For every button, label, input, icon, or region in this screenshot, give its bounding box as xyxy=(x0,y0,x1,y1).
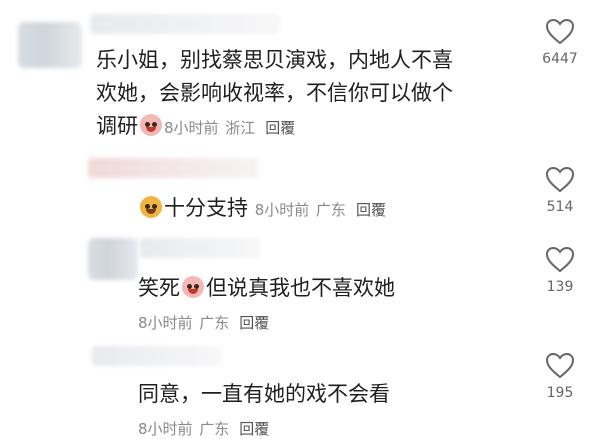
comment-list: 乐小姐，别找蔡思贝演戏，内地人不喜 欢她，会影响收视率，不信你可以做个 调研 8小… xyxy=(0,0,600,439)
comment-text: 十分支持 8小时前 广东 回覆 xyxy=(138,192,386,227)
heart-icon xyxy=(545,352,575,379)
comment-text: 笑死 但说真我也不喜欢她 8小时前 广东 回覆 xyxy=(138,276,395,332)
username[interactable] xyxy=(92,346,222,366)
like-button[interactable]: 514 xyxy=(532,166,588,215)
username[interactable] xyxy=(88,158,258,178)
heart-icon xyxy=(545,18,575,45)
heart-icon xyxy=(545,166,575,193)
like-count: 514 xyxy=(546,199,574,215)
reply-button[interactable]: 回覆 xyxy=(356,201,386,219)
like-button[interactable]: 6447 xyxy=(532,18,588,67)
list-item: 笑死 但说真我也不喜欢她 8小时前 广东 回覆 139 xyxy=(0,228,600,332)
reply-button[interactable]: 回覆 xyxy=(265,119,295,137)
timestamp: 8小时前 xyxy=(138,314,193,332)
avatar[interactable] xyxy=(88,238,138,280)
timestamp: 8小时前 xyxy=(254,201,310,219)
like-count: 195 xyxy=(546,385,574,401)
like-count: 6447 xyxy=(542,51,578,67)
like-button[interactable]: 139 xyxy=(532,246,588,295)
crying-laughing-emoji xyxy=(182,276,204,298)
comment-text: 乐小姐，别找蔡思贝演戏，内地人不喜 欢她，会影响收视率，不信你可以做个 调研 8小… xyxy=(96,48,453,138)
crying-laughing-emoji xyxy=(140,114,162,136)
location: 广东 xyxy=(315,201,346,219)
username[interactable] xyxy=(140,238,260,258)
avatar[interactable] xyxy=(18,22,82,68)
username[interactable] xyxy=(90,14,280,34)
heart-icon xyxy=(545,246,575,273)
thumbs-up-emoji xyxy=(140,196,162,218)
reply-button[interactable]: 回覆 xyxy=(239,314,269,332)
location: 广东 xyxy=(199,420,230,438)
location: 广东 xyxy=(199,314,230,332)
comment-text: 同意，一直有她的戏不会看 8小时前 广东 回覆 xyxy=(138,382,390,438)
list-item: 十分支持 8小时前 广东 回覆 514 xyxy=(0,150,600,228)
reply-button[interactable]: 回覆 xyxy=(239,420,269,438)
timestamp: 8小时前 xyxy=(138,420,193,438)
timestamp: 8小时前 xyxy=(164,119,219,137)
list-item: 乐小姐，别找蔡思贝演戏，内地人不喜 欢她，会影响收视率，不信你可以做个 调研 8小… xyxy=(0,0,600,150)
like-button[interactable]: 195 xyxy=(532,352,588,401)
list-item: 同意，一直有她的戏不会看 8小时前 广东 回覆 195 xyxy=(0,332,600,439)
location: 浙江 xyxy=(225,119,256,137)
like-count: 139 xyxy=(546,279,574,295)
